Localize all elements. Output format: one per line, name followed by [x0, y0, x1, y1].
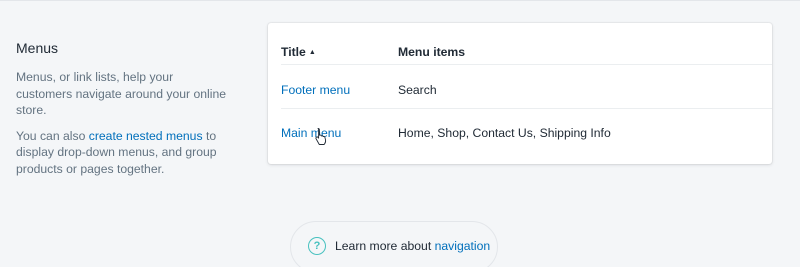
row-divider: [281, 108, 772, 109]
caret-up-icon: ▲: [308, 49, 316, 56]
header-divider: [281, 64, 772, 65]
menu-items-column-header: Menu items: [398, 45, 466, 59]
menus-description: Menus Menus, or link lists, help your cu…: [16, 39, 231, 186]
create-nested-menus-link[interactable]: create nested menus: [89, 129, 203, 143]
nested-menus-paragraph: You can also create nested menus to disp…: [16, 128, 231, 178]
table-row: Footer menu Search: [268, 75, 772, 105]
main-menu-link[interactable]: Main menu: [281, 126, 341, 140]
table-header: Title ▲ Menu items: [268, 39, 772, 65]
section-title: Menus: [16, 40, 59, 56]
learn-more-text: Learn more about navigation: [335, 237, 490, 255]
main-menu-items: Home, Shop, Contact Us, Shipping Info: [398, 126, 611, 140]
question-circle-icon: ?: [308, 237, 326, 255]
title-header-label: Title: [281, 45, 306, 59]
table-row: Main menu Home, Shop, Contact Us, Shippi…: [268, 118, 772, 148]
learn-more-callout: ? Learn more about navigation: [290, 221, 498, 267]
footer-menu-items: Search: [398, 83, 437, 97]
navigation-help-link[interactable]: navigation: [435, 239, 491, 253]
nested-text-before: You can also: [16, 128, 89, 143]
title-column-header[interactable]: Title ▲: [268, 45, 398, 59]
learn-more-label: Learn more about: [335, 239, 435, 253]
description-paragraph: Menus, or link lists, help your customer…: [16, 70, 227, 117]
menus-table-card: Title ▲ Menu items Footer menu Search Mai…: [268, 23, 772, 164]
footer-menu-link[interactable]: Footer menu: [281, 83, 350, 97]
hand-cursor-icon: [315, 128, 327, 145]
